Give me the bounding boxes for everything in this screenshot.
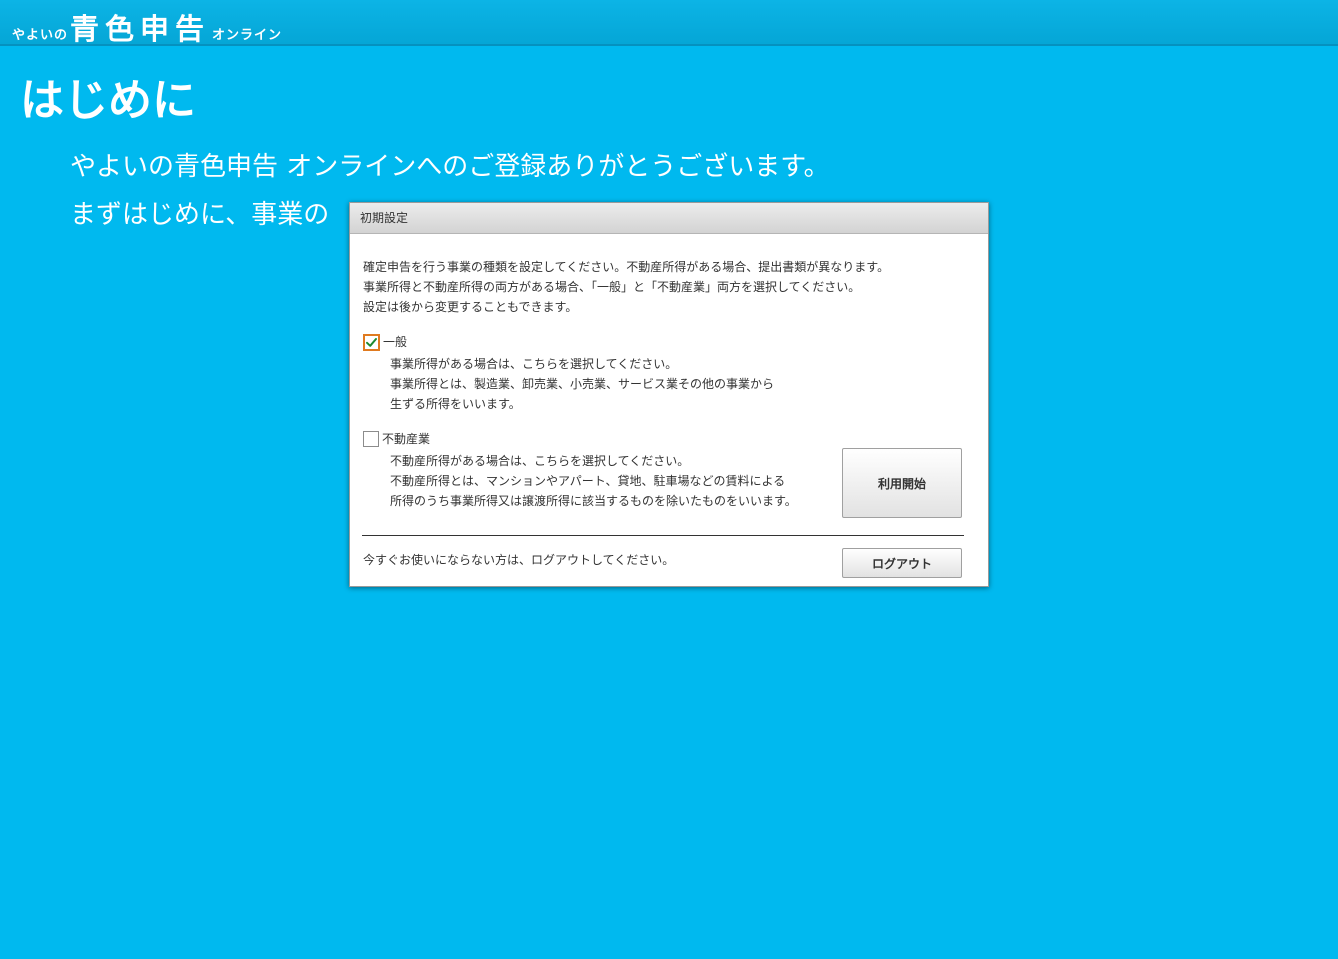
real-estate-checkbox[interactable] xyxy=(363,431,379,447)
real-estate-checkbox-row[interactable]: 不動産業 xyxy=(363,430,797,448)
top-bar: やよいの 青色申告 オンライン xyxy=(0,0,1338,46)
dialog-description: 確定申告を行う事業の種類を設定してください。不動産所得がある場合、提出書類が異な… xyxy=(363,257,889,317)
description-line: 設定は後から変更することもできます。 xyxy=(363,300,578,314)
logo-main: 青色申告 xyxy=(70,12,211,46)
logout-hint: 今すぐお使いにならない方は、ログアウトしてください。 xyxy=(363,553,675,567)
general-checkbox-row[interactable]: 一般 xyxy=(363,333,774,351)
dialog-title: 初期設定 xyxy=(360,211,409,225)
logo-prefix: やよいの xyxy=(12,28,69,43)
option-real-estate: 不動産業 不動産所得がある場合は、こちらを選択してください。 不動産所得とは、マ… xyxy=(363,430,797,511)
app-logo[interactable]: やよいの 青色申告 オンライン xyxy=(12,6,282,48)
general-description-line: 事業所得がある場合は、こちらを選択してください。 xyxy=(390,357,678,371)
general-description: 事業所得がある場合は、こちらを選択してください。 事業所得とは、製造業、卸売業、… xyxy=(390,354,774,414)
real-estate-description: 不動産所得がある場合は、こちらを選択してください。 不動産所得とは、マンションや… xyxy=(390,451,797,511)
intro-line-2: まずはじめに、事業の xyxy=(70,200,330,230)
description-line: 確定申告を行う事業の種類を設定してください。不動産所得がある場合、提出書類が異な… xyxy=(363,260,890,274)
checkmark-icon xyxy=(366,337,377,347)
dialog-divider xyxy=(362,535,964,536)
logout-button[interactable]: ログアウト xyxy=(842,548,962,578)
general-description-line: 生ずる所得をいいます。 xyxy=(390,397,521,411)
initial-settings-dialog: 初期設定 確定申告を行う事業の種類を設定してください。不動産所得がある場合、提出… xyxy=(349,202,989,587)
real-estate-description-line: 不動産所得とは、マンションやアパート、貸地、駐車場などの賃料による xyxy=(390,474,786,488)
real-estate-label[interactable]: 不動産業 xyxy=(382,430,430,448)
real-estate-description-line: 不動産所得がある場合は、こちらを選択してください。 xyxy=(390,454,690,468)
start-using-button[interactable]: 利用開始 xyxy=(842,448,962,518)
general-label[interactable]: 一般 xyxy=(383,333,407,351)
general-description-line: 事業所得とは、製造業、卸売業、小売業、サービス業その他の事業から xyxy=(390,377,775,391)
logo-suffix: オンライン xyxy=(212,28,283,43)
general-checkbox[interactable] xyxy=(363,333,380,351)
intro-line-1: やよいの青色申告 オンラインへのご登録ありがとうございます。 xyxy=(70,152,830,182)
description-line: 事業所得と不動産所得の両方がある場合、「一般」と「不動産業」両方を選択してくださ… xyxy=(363,280,861,294)
dialog-title-bar: 初期設定 xyxy=(350,203,988,234)
page-title: はじめに xyxy=(20,75,196,126)
real-estate-description-line: 所得のうち事業所得又は譲渡所得に該当するものを除いたものをいいます。 xyxy=(390,494,797,508)
option-general: 一般 事業所得がある場合は、こちらを選択してください。 事業所得とは、製造業、卸… xyxy=(363,333,774,414)
